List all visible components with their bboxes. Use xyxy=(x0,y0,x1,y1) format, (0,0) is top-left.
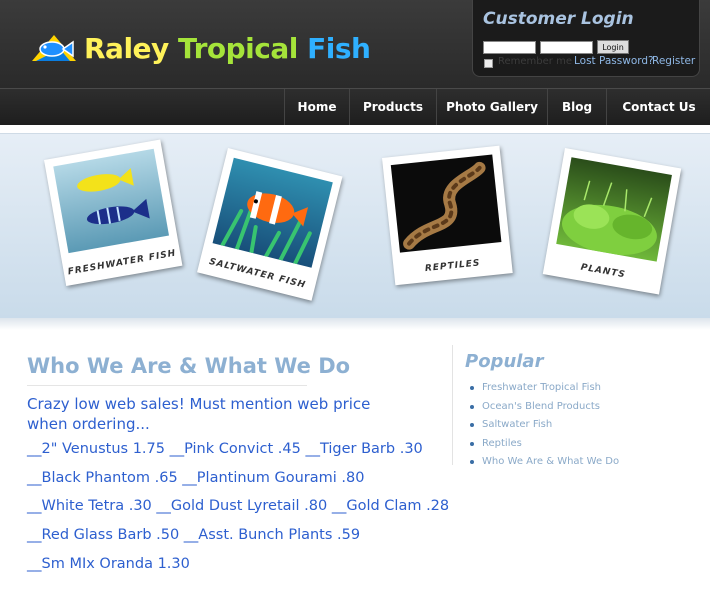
site-header: Raley Tropical Fish Customer Login Login… xyxy=(0,0,710,88)
nav-home[interactable]: Home xyxy=(284,89,349,125)
login-button[interactable]: Login xyxy=(597,40,629,54)
price-line: __Black Phantom .65 __Plantinum Gourami … xyxy=(27,470,365,486)
popular-list: Freshwater Tropical Fish Ocean's Blend P… xyxy=(470,381,619,474)
freshwater-fish-card[interactable]: FRESHWATER FISH xyxy=(44,139,183,287)
banner-shadow xyxy=(0,318,710,330)
main-nav: Home Products Photo Gallery Blog Contact… xyxy=(0,88,710,125)
intro-text: Crazy low web sales! Must mention web pr… xyxy=(27,395,371,433)
page-title: Who We Are & What We Do xyxy=(27,354,351,378)
freshwater-fish-photo xyxy=(53,148,169,254)
sidebar-divider xyxy=(452,345,453,465)
nav-products[interactable]: Products xyxy=(349,89,436,125)
username-input[interactable] xyxy=(483,41,536,54)
site-title: Raley Tropical Fish xyxy=(84,31,371,65)
nav-contact-us[interactable]: Contact Us xyxy=(606,89,710,125)
title-divider xyxy=(27,385,307,386)
reptiles-card[interactable]: REPTILES xyxy=(382,145,513,286)
snake-photo xyxy=(390,154,502,253)
fish-logo-icon xyxy=(32,35,76,61)
popular-link-oceans-blend[interactable]: Ocean's Blend Products xyxy=(470,400,619,419)
login-title: Customer Login xyxy=(483,9,634,29)
price-line: __Sm MIx Oranda 1.30 xyxy=(27,556,190,572)
logo-word-1: Raley xyxy=(84,31,169,65)
remember-me-label: Remember me xyxy=(498,56,572,67)
aquarium-plants-photo xyxy=(556,157,672,262)
popular-link-reptiles[interactable]: Reptiles xyxy=(470,437,619,456)
password-input[interactable] xyxy=(540,41,593,54)
popular-link-who-we-are[interactable]: Who We Are & What We Do xyxy=(470,455,619,474)
clownfish-photo xyxy=(212,157,333,268)
logo-word-3: Fish xyxy=(307,31,371,65)
nav-blog[interactable]: Blog xyxy=(547,89,606,125)
price-line: __2" Venustus 1.75 __Pink Convict .45 __… xyxy=(27,441,423,457)
popular-title: Popular xyxy=(465,351,544,372)
lost-password-link[interactable]: Lost Password? xyxy=(574,55,654,67)
price-line: __White Tetra .30 __Gold Dust Lyretail .… xyxy=(27,498,450,514)
site-logo[interactable]: Raley Tropical Fish xyxy=(30,28,371,68)
reptiles-caption: REPTILES xyxy=(424,258,481,275)
logo-word-2: Tropical xyxy=(178,31,298,65)
register-link[interactable]: Register xyxy=(652,55,695,67)
price-line: __Red Glass Barb .50 __Asst. Bunch Plant… xyxy=(27,527,361,543)
popular-link-freshwater[interactable]: Freshwater Tropical Fish xyxy=(470,381,619,400)
popular-link-saltwater[interactable]: Saltwater Fish xyxy=(470,418,619,437)
plants-card[interactable]: PLANTS xyxy=(542,148,682,295)
remember-me-checkbox[interactable] xyxy=(484,59,493,68)
nav-photo-gallery[interactable]: Photo Gallery xyxy=(436,89,547,125)
login-panel: Customer Login Login Remember me Lost Pa… xyxy=(472,0,700,77)
